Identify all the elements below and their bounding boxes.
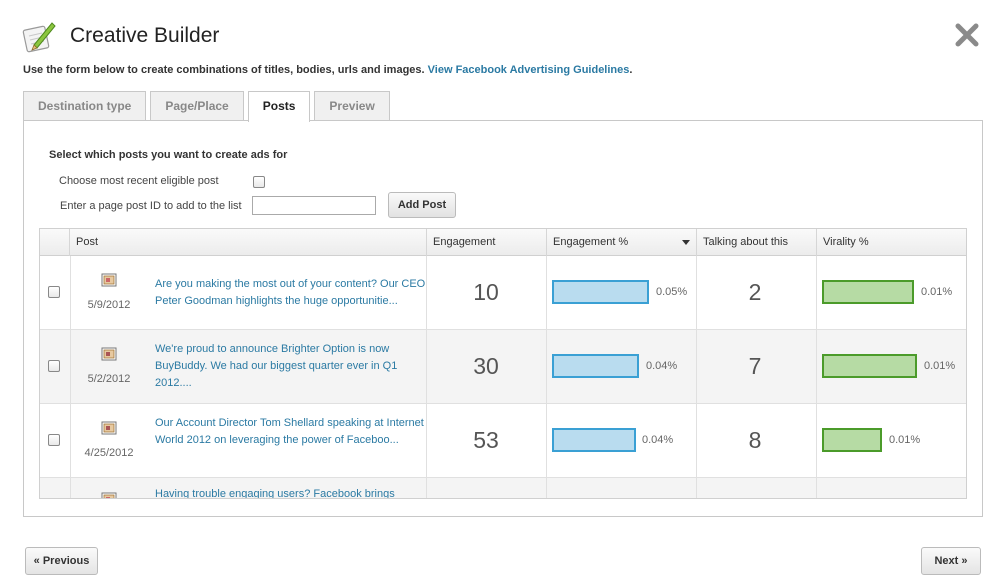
header: Creative Builder <box>22 18 219 54</box>
header-post[interactable]: Post <box>70 229 427 256</box>
table-row[interactable]: Having trouble engaging users? Facebook … <box>40 478 966 498</box>
table-row[interactable]: 5/2/2012 We're proud to announce Brighte… <box>40 330 966 404</box>
virality-pct: 0.01% <box>889 434 921 446</box>
pencil-notepad-icon <box>22 22 56 53</box>
talking-about-value: 2 <box>748 279 762 305</box>
virality-bar <box>822 280 914 304</box>
tab-page-place[interactable]: Page/Place <box>150 91 244 121</box>
post-text-link[interactable]: Having trouble engaging users? Facebook … <box>155 486 427 498</box>
engagement-value: 53 <box>473 427 499 453</box>
add-post-button[interactable]: Add Post <box>388 192 456 218</box>
post-image-icon <box>101 421 117 435</box>
post-image-icon <box>101 273 117 287</box>
post-text-link[interactable]: We're proud to announce Brighter Option … <box>155 341 427 392</box>
recent-post-label: Choose most recent eligible post <box>59 175 219 187</box>
posts-table: Post Engagement Engagement % Talking abo… <box>39 228 967 499</box>
section-title: Select which posts you want to create ad… <box>49 149 288 161</box>
engagement-value: 30 <box>473 353 499 379</box>
post-date: 4/25/2012 <box>84 447 134 459</box>
engagement-bar <box>552 280 649 304</box>
engagement-bar <box>552 428 636 452</box>
post-image-icon <box>101 347 117 361</box>
row-checkbox[interactable] <box>48 434 60 446</box>
table-row[interactable]: 4/25/2012 Our Account Director Tom Shell… <box>40 404 966 478</box>
previous-button[interactable]: « Previous <box>25 547 98 575</box>
recent-post-checkbox[interactable] <box>253 176 265 188</box>
post-text-link[interactable]: Our Account Director Tom Shellard speaki… <box>155 415 427 449</box>
post-date: 5/9/2012 <box>87 299 131 311</box>
post-id-label: Enter a page post ID to add to the list <box>60 200 242 212</box>
header-engagement-pct[interactable]: Engagement % <box>547 229 697 256</box>
page-title: Creative Builder <box>70 24 220 47</box>
post-text-link[interactable]: Are you making the most out of your cont… <box>155 276 427 310</box>
instructions-end: . <box>629 64 633 76</box>
posts-panel: Select which posts you want to create ad… <box>23 120 983 517</box>
guidelines-link[interactable]: View Facebook Advertising Guidelines <box>428 64 630 76</box>
header-talking-about-this[interactable]: Talking about this <box>697 229 817 256</box>
virality-bar <box>822 354 917 378</box>
instructions: Use the form below to create combination… <box>23 64 632 76</box>
header-engagement-pct-label: Engagement % <box>553 236 629 248</box>
virality-bar <box>822 428 882 452</box>
tab-preview[interactable]: Preview <box>314 91 390 121</box>
virality-pct: 0.01% <box>924 360 956 372</box>
post-date: 5/2/2012 <box>87 373 131 385</box>
tab-bar: Destination type Page/Place Posts Previe… <box>23 91 394 122</box>
row-checkbox[interactable] <box>48 360 60 372</box>
virality-pct: 0.01% <box>921 286 953 298</box>
engagement-bar <box>552 354 639 378</box>
header-engagement[interactable]: Engagement <box>427 229 547 256</box>
talking-about-value: 7 <box>748 353 762 379</box>
table-header: Post Engagement Engagement % Talking abo… <box>40 229 966 256</box>
header-select-column <box>40 229 70 256</box>
sort-down-icon <box>682 240 690 245</box>
close-icon[interactable] <box>954 22 980 48</box>
engagement-pct: 0.05% <box>656 286 688 298</box>
instructions-text: Use the form below to create combination… <box>23 64 425 76</box>
talking-about-value: 8 <box>748 427 762 453</box>
row-checkbox[interactable] <box>48 286 60 298</box>
post-id-input[interactable] <box>252 196 376 215</box>
engagement-pct: 0.04% <box>642 434 674 446</box>
post-image-icon <box>101 492 117 498</box>
header-virality-pct[interactable]: Virality % <box>817 229 966 256</box>
engagement-pct: 0.04% <box>646 360 678 372</box>
table-row[interactable]: 5/9/2012 Are you making the most out of … <box>40 256 966 330</box>
engagement-value: 10 <box>473 279 499 305</box>
tab-destination-type[interactable]: Destination type <box>23 91 147 121</box>
next-button[interactable]: Next » <box>921 547 981 575</box>
tab-posts[interactable]: Posts <box>247 91 311 122</box>
